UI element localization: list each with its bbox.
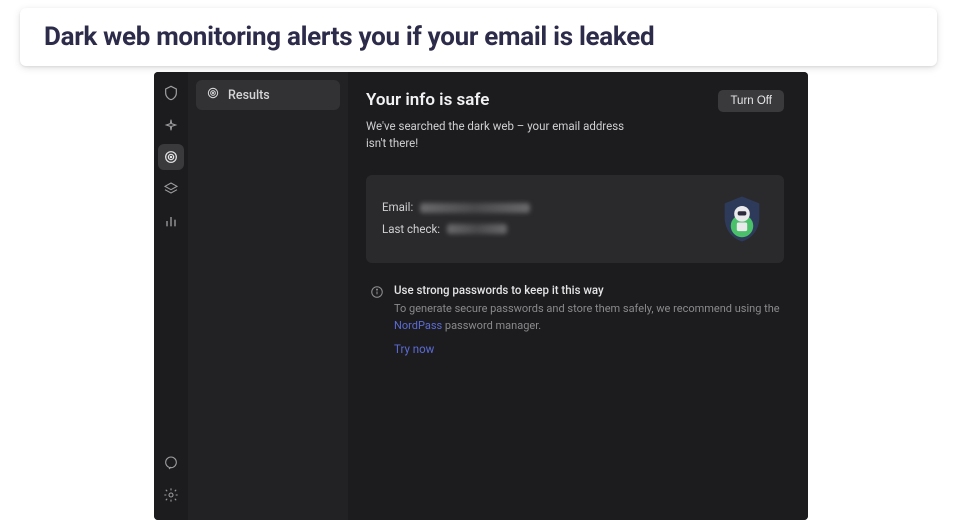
last-check-value-redacted bbox=[447, 224, 507, 234]
target-icon bbox=[206, 86, 220, 104]
subcopy: We've searched the dark web – your email… bbox=[366, 118, 646, 153]
email-value-redacted bbox=[420, 203, 530, 213]
caption-card: Dark web monitoring alerts you if your e… bbox=[20, 8, 937, 66]
tip-desc-pre: To generate secure passwords and store t… bbox=[394, 302, 780, 315]
nav-target-icon[interactable] bbox=[158, 144, 184, 170]
nav-chat-icon[interactable] bbox=[158, 450, 184, 476]
nav-gear-icon[interactable] bbox=[158, 482, 184, 508]
nav-layers-icon[interactable] bbox=[158, 176, 184, 202]
last-check-label: Last check: bbox=[382, 222, 440, 236]
nav-shield-icon[interactable] bbox=[158, 80, 184, 106]
nav-stats-icon[interactable] bbox=[158, 208, 184, 234]
info-text: Email: Last check: bbox=[382, 197, 530, 241]
page-title: Your info is safe bbox=[366, 90, 489, 110]
nav-sparkle-icon[interactable] bbox=[158, 112, 184, 138]
side-heading-results[interactable]: Results bbox=[196, 80, 340, 110]
email-label: Email: bbox=[382, 200, 413, 214]
side-panel: Results bbox=[188, 72, 348, 520]
main-header: Your info is safe Turn Off bbox=[366, 90, 784, 112]
nav-rail bbox=[154, 72, 188, 520]
info-card: Email: Last check: bbox=[366, 175, 784, 263]
turn-off-button[interactable]: Turn Off bbox=[718, 90, 784, 112]
tip-desc-post: password manager. bbox=[442, 319, 541, 332]
tip-description: To generate secure passwords and store t… bbox=[394, 300, 780, 334]
tip-block: Use strong passwords to keep it this way… bbox=[366, 277, 784, 362]
app-window: Results Your info is safe Turn Off We've… bbox=[154, 72, 808, 520]
side-heading-label: Results bbox=[228, 88, 270, 103]
tip-title: Use strong passwords to keep it this way bbox=[394, 283, 780, 297]
try-now-link[interactable]: Try now bbox=[394, 342, 780, 356]
main-content: Your info is safe Turn Off We've searche… bbox=[348, 72, 808, 520]
tip-body: Use strong passwords to keep it this way… bbox=[394, 283, 780, 356]
safe-illustration bbox=[716, 193, 768, 245]
info-icon bbox=[370, 284, 384, 356]
nordpass-link[interactable]: NordPass bbox=[394, 319, 442, 332]
caption-heading: Dark web monitoring alerts you if your e… bbox=[44, 22, 913, 52]
